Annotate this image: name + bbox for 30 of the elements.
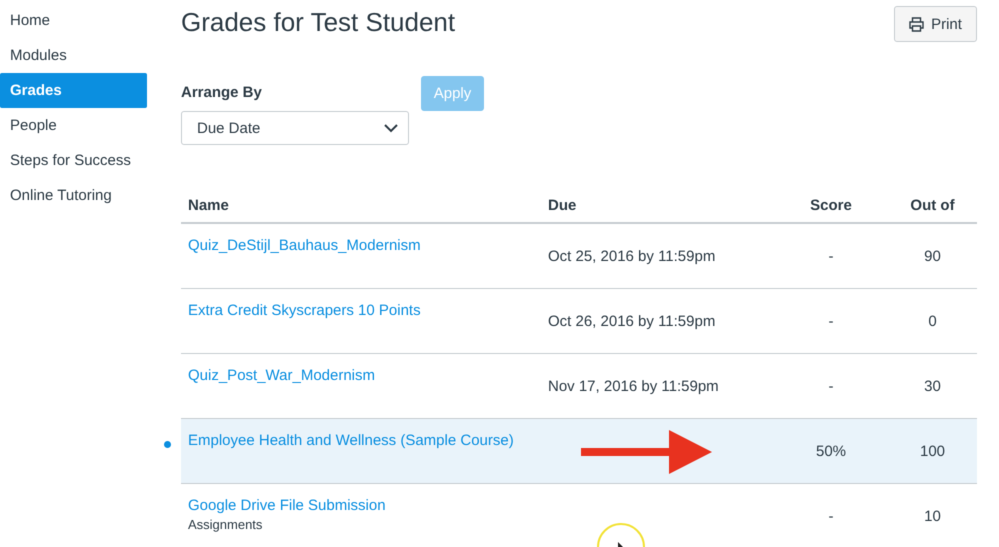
column-header: Due bbox=[541, 188, 774, 223]
due-date: Oct 25, 2016 by 11:59pm bbox=[548, 248, 716, 264]
due-date: Oct 26, 2016 by 11:59pm bbox=[548, 312, 716, 330]
score: - bbox=[828, 508, 834, 524]
printer-icon bbox=[909, 16, 924, 32]
arrange-label: Arrange By bbox=[181, 84, 263, 101]
score: 50% bbox=[816, 442, 846, 460]
score: - bbox=[828, 378, 834, 394]
column-header: Out of bbox=[888, 188, 977, 223]
column-header: Name bbox=[181, 188, 541, 223]
sidebar-item[interactable]: Steps for Success bbox=[0, 143, 147, 178]
score: - bbox=[828, 248, 834, 264]
sidebar-item[interactable]: Modules bbox=[0, 38, 147, 73]
points-possible: 0 bbox=[928, 312, 937, 330]
sidebar-item[interactable]: Online Tutoring bbox=[0, 178, 147, 213]
score: - bbox=[828, 312, 834, 330]
page-title: Grades for Test Student bbox=[181, 7, 456, 38]
print-button[interactable]: Print bbox=[894, 6, 977, 42]
cursor-highlight-icon bbox=[596, 520, 646, 547]
sidebar-item[interactable]: People bbox=[0, 108, 147, 143]
points-possible: 10 bbox=[924, 508, 941, 524]
arrange-select[interactable]: Due Date bbox=[181, 111, 409, 145]
column-header: Score bbox=[774, 188, 888, 223]
sidebar-item[interactable]: Home bbox=[0, 3, 147, 38]
due-date: Nov 17, 2016 by 11:59pm bbox=[548, 378, 719, 394]
chevron-down-icon bbox=[384, 124, 398, 132]
points-possible: 90 bbox=[924, 248, 941, 264]
points-possible: 30 bbox=[924, 378, 941, 394]
points-possible: 100 bbox=[920, 442, 946, 460]
assignment-group: Assignments bbox=[188, 517, 534, 532]
